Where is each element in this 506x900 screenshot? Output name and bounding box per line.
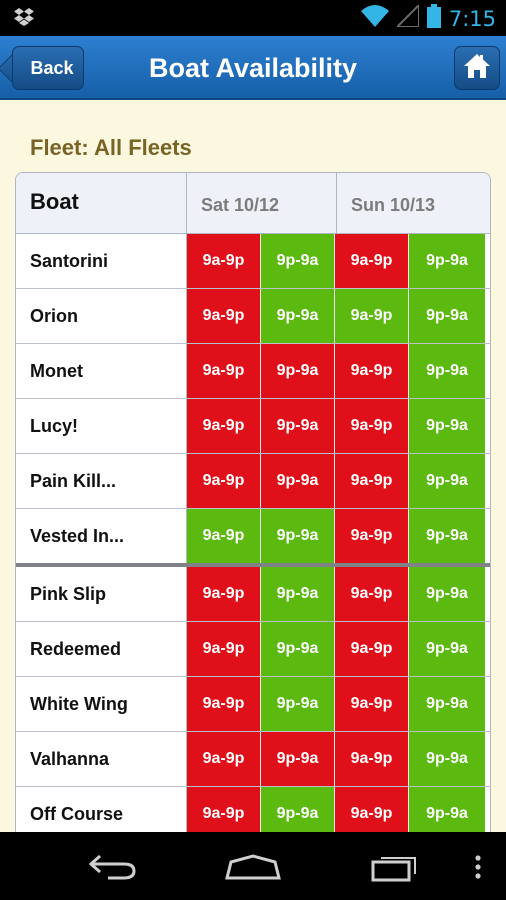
availability-slot-busy[interactable]: 9a-9p [335, 509, 409, 563]
availability-slot-free[interactable]: 9p-9a [261, 567, 335, 621]
availability-slot-busy[interactable]: 9p-9a [261, 399, 335, 453]
table-row[interactable]: Pink Slip 9a-9p 9p-9a 9a-9p 9p-9a [16, 567, 490, 622]
availability-slot-free[interactable]: 9p-9a [409, 344, 485, 398]
availability-slot-busy[interactable]: 9p-9a [261, 454, 335, 508]
availability-slot-busy[interactable]: 9a-9p [335, 344, 409, 398]
table-row[interactable]: White Wing 9a-9p 9p-9a 9a-9p 9p-9a [16, 677, 490, 732]
boat-name: Santorini [16, 234, 187, 288]
availability-slot-busy[interactable]: 9p-9a [261, 732, 335, 786]
status-time: 7:15 [448, 6, 496, 31]
boat-name: Vested In... [16, 509, 187, 563]
status-bar: 7:15 [0, 0, 506, 36]
back-button-label: Back [30, 57, 74, 78]
column-header-day-2: Sun 10/13 [351, 195, 436, 215]
availability-slot-free[interactable]: 9p-9a [409, 677, 485, 731]
availability-slot-free[interactable]: 9p-9a [409, 622, 485, 676]
table-row[interactable]: Valhanna 9a-9p 9p-9a 9a-9p 9p-9a [16, 732, 490, 787]
availability-slot-busy[interactable]: 9a-9p [187, 567, 261, 621]
availability-slot-free[interactable]: 9a-9p [335, 289, 409, 343]
availability-slot-free[interactable]: 9p-9a [261, 234, 335, 288]
table-row[interactable]: Monet 9a-9p 9p-9a 9a-9p 9p-9a [16, 344, 490, 399]
home-icon [463, 53, 491, 84]
availability-slot-busy[interactable]: 9a-9p [335, 622, 409, 676]
availability-slot-free[interactable]: 9p-9a [261, 509, 335, 563]
availability-slot-free[interactable]: 9p-9a [409, 509, 485, 563]
boat-name: White Wing [16, 677, 187, 731]
boat-name: Pink Slip [16, 567, 187, 621]
table-row[interactable]: Pain Kill... 9a-9p 9p-9a 9a-9p 9p-9a [16, 454, 490, 509]
availability-slot-free[interactable]: 9a-9p [187, 509, 261, 563]
boat-name: Valhanna [16, 732, 187, 786]
availability-slot-free[interactable]: 9p-9a [261, 787, 335, 832]
availability-slot-free[interactable]: 9p-9a [409, 732, 485, 786]
boat-name: Monet [16, 344, 187, 398]
action-bar: Boat Availability Back [0, 36, 506, 100]
home-nav-icon[interactable] [225, 854, 281, 885]
availability-slot-busy[interactable]: 9a-9p [187, 732, 261, 786]
availability-slot-busy[interactable]: 9a-9p [187, 677, 261, 731]
table-row[interactable]: Vested In... 9a-9p 9p-9a 9a-9p 9p-9a [16, 509, 490, 567]
availability-slot-free[interactable]: 9p-9a [261, 289, 335, 343]
availability-slot-busy[interactable]: 9a-9p [187, 622, 261, 676]
battery-icon [426, 4, 441, 33]
table-body: Santorini 9a-9p 9p-9a 9a-9p 9p-9a Orion 9a-9p 9… [16, 234, 490, 832]
availability-slot-busy[interactable]: 9a-9p [187, 234, 261, 288]
boat-name: Pain Kill... [16, 454, 187, 508]
dropbox-icon [14, 8, 34, 31]
boat-name: Off Course [16, 787, 187, 832]
content-area: Fleet: All Fleets Boat Sat 10/12 Sun 10/… [0, 100, 506, 832]
availability-slot-busy[interactable]: 9a-9p [187, 289, 261, 343]
availability-slot-busy[interactable]: 9a-9p [335, 399, 409, 453]
availability-slot-free[interactable]: 9p-9a [409, 454, 485, 508]
table-row[interactable]: Orion 9a-9p 9p-9a 9a-9p 9p-9a [16, 289, 490, 344]
boat-name: Orion [16, 289, 187, 343]
back-button[interactable]: Back [12, 46, 84, 90]
fleet-label[interactable]: Fleet: All Fleets [30, 135, 192, 161]
availability-slot-busy[interactable]: 9a-9p [187, 787, 261, 832]
availability-slot-busy[interactable]: 9a-9p [335, 787, 409, 832]
availability-table: Boat Sat 10/12 Sun 10/13 Santorini 9a-9p 9… [15, 172, 491, 832]
availability-slot-free[interactable]: 9p-9a [409, 234, 485, 288]
navigation-bar [0, 832, 506, 900]
availability-slot-busy[interactable]: 9p-9a [261, 344, 335, 398]
table-header: Boat Sat 10/12 Sun 10/13 [16, 173, 490, 234]
recents-nav-icon[interactable] [371, 852, 421, 887]
signal-icon [394, 2, 420, 32]
table-row[interactable]: Santorini 9a-9p 9p-9a 9a-9p 9p-9a [16, 234, 490, 289]
table-row[interactable]: Off Course 9a-9p 9p-9a 9a-9p 9p-9a [16, 787, 490, 832]
table-row[interactable]: Redeemed 9a-9p 9p-9a 9a-9p 9p-9a [16, 622, 490, 677]
availability-slot-busy[interactable]: 9a-9p [335, 454, 409, 508]
availability-slot-busy[interactable]: 9a-9p [335, 234, 409, 288]
availability-slot-free[interactable]: 9p-9a [409, 289, 485, 343]
availability-slot-busy[interactable]: 9a-9p [187, 399, 261, 453]
availability-slot-free[interactable]: 9p-9a [409, 567, 485, 621]
availability-slot-busy[interactable]: 9a-9p [335, 677, 409, 731]
availability-slot-free[interactable]: 9p-9a [261, 677, 335, 731]
availability-slot-free[interactable]: 9p-9a [409, 399, 485, 453]
back-nav-icon[interactable] [88, 854, 136, 885]
availability-slot-busy[interactable]: 9a-9p [335, 567, 409, 621]
availability-slot-free[interactable]: 9p-9a [409, 787, 485, 832]
boat-name: Lucy! [16, 399, 187, 453]
home-button[interactable] [454, 46, 500, 90]
wifi-icon [360, 5, 389, 32]
overflow-menu-icon[interactable] [474, 854, 482, 885]
column-header-day-1: Sat 10/12 [187, 173, 337, 233]
availability-slot-busy[interactable]: 9a-9p [187, 344, 261, 398]
column-header-boat: Boat [16, 173, 187, 233]
table-row[interactable]: Lucy! 9a-9p 9p-9a 9a-9p 9p-9a [16, 399, 490, 454]
boat-name: Redeemed [16, 622, 187, 676]
availability-slot-busy[interactable]: 9a-9p [335, 732, 409, 786]
availability-slot-free[interactable]: 9p-9a [261, 622, 335, 676]
availability-slot-busy[interactable]: 9a-9p [187, 454, 261, 508]
